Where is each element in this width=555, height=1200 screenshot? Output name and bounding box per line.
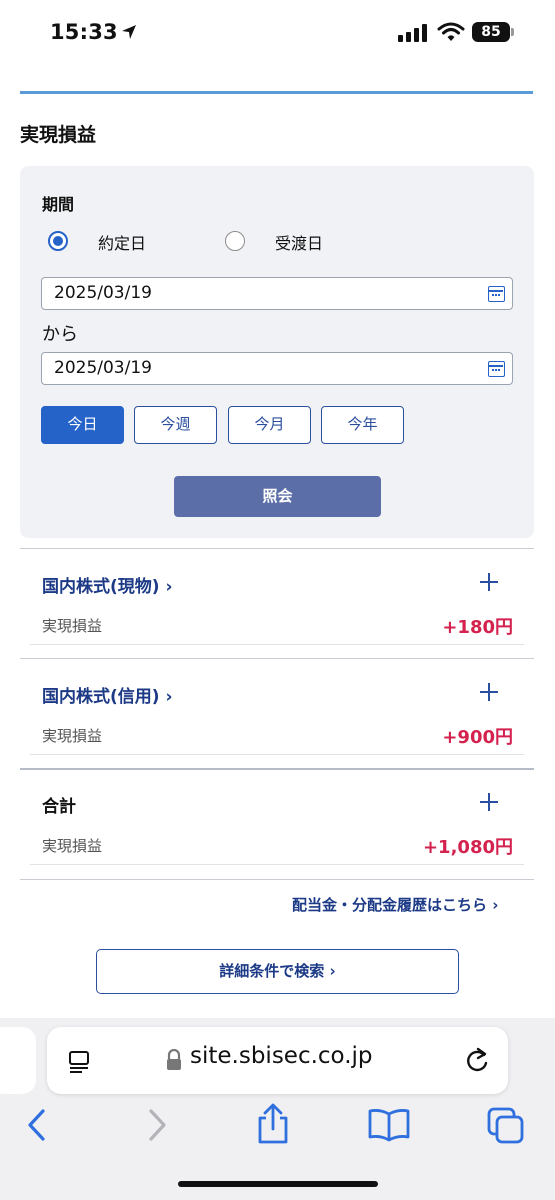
- date-from-input[interactable]: 2025/03/19: [41, 277, 513, 310]
- date-from-value: 2025/03/19: [54, 283, 152, 303]
- account-cash-title: 国内株式(現物): [42, 577, 160, 597]
- home-indicator: [178, 1181, 378, 1187]
- battery-cap: [511, 28, 514, 36]
- account-margin-link[interactable]: 国内株式(信用) ›: [42, 682, 172, 707]
- wifi-icon: [437, 22, 465, 41]
- section-divider: [20, 658, 534, 659]
- page-title: 実現損益: [20, 124, 97, 146]
- account-margin-title: 国内株式(信用): [42, 687, 160, 707]
- range-week-button[interactable]: 今週: [134, 406, 217, 444]
- row-divider: [30, 864, 524, 865]
- section-divider: [20, 879, 534, 880]
- range-month-button[interactable]: 今月: [228, 406, 311, 444]
- radio-settlement-date[interactable]: [225, 231, 245, 251]
- realized-pl-label: 実現損益: [42, 727, 103, 745]
- date-to-value: 2025/03/19: [54, 358, 152, 378]
- battery-icon: 85: [472, 22, 510, 42]
- realized-pl-label: 実現損益: [42, 617, 103, 635]
- realized-pl-label: 実現損益: [42, 837, 103, 855]
- total-title: 合計: [42, 797, 76, 817]
- status-time: 15:33: [50, 20, 118, 44]
- chevron-right-icon: ›: [165, 687, 173, 707]
- expand-margin-plus-icon[interactable]: [480, 683, 498, 701]
- dividend-history-link[interactable]: 配当金・分配金履歴はこちら ›: [292, 894, 498, 915]
- share-icon[interactable]: [255, 1103, 291, 1145]
- total-divider: [20, 768, 534, 770]
- expand-cash-plus-icon[interactable]: [480, 573, 498, 591]
- header-rule: [20, 91, 533, 94]
- location-arrow-icon: [122, 25, 136, 39]
- query-button[interactable]: 照会: [174, 476, 381, 517]
- signal-icon: [398, 24, 427, 42]
- back-icon[interactable]: [26, 1108, 48, 1142]
- from-label: から: [42, 324, 78, 345]
- reload-icon[interactable]: [463, 1046, 491, 1076]
- reader-icon[interactable]: [68, 1050, 92, 1074]
- row-divider: [30, 754, 524, 755]
- margin-realized-pl-value: +900円: [442, 727, 513, 748]
- detail-search-button[interactable]: 詳細条件で検索 ›: [96, 949, 459, 994]
- status-bar: 15:33 85: [0, 0, 555, 64]
- calendar-icon[interactable]: [488, 361, 505, 377]
- lock-icon: [167, 1049, 181, 1070]
- bookmarks-icon[interactable]: [368, 1108, 410, 1142]
- total-realized-pl-value: +1,080円: [422, 837, 513, 858]
- url-text[interactable]: site.sbisec.co.jp: [190, 1043, 373, 1069]
- cash-realized-pl-value: +180円: [442, 617, 513, 638]
- radio-contract-date[interactable]: [48, 231, 68, 251]
- expand-total-plus-icon[interactable]: [480, 793, 498, 811]
- period-label: 期間: [42, 195, 75, 214]
- previous-tab-card[interactable]: [0, 1027, 36, 1094]
- radio-settlement-date-label[interactable]: 受渡日: [275, 230, 323, 254]
- forward-icon[interactable]: [146, 1108, 168, 1142]
- row-divider: [30, 644, 524, 645]
- tabs-icon[interactable]: [487, 1107, 525, 1145]
- account-cash-link[interactable]: 国内株式(現物) ›: [42, 572, 172, 597]
- range-today-button[interactable]: 今日: [41, 406, 124, 444]
- date-to-input[interactable]: 2025/03/19: [41, 352, 513, 385]
- section-divider: [20, 548, 534, 549]
- calendar-icon[interactable]: [488, 286, 505, 302]
- radio-contract-date-label[interactable]: 約定日: [98, 230, 146, 254]
- range-year-button[interactable]: 今年: [321, 406, 404, 444]
- chevron-right-icon: ›: [165, 577, 173, 597]
